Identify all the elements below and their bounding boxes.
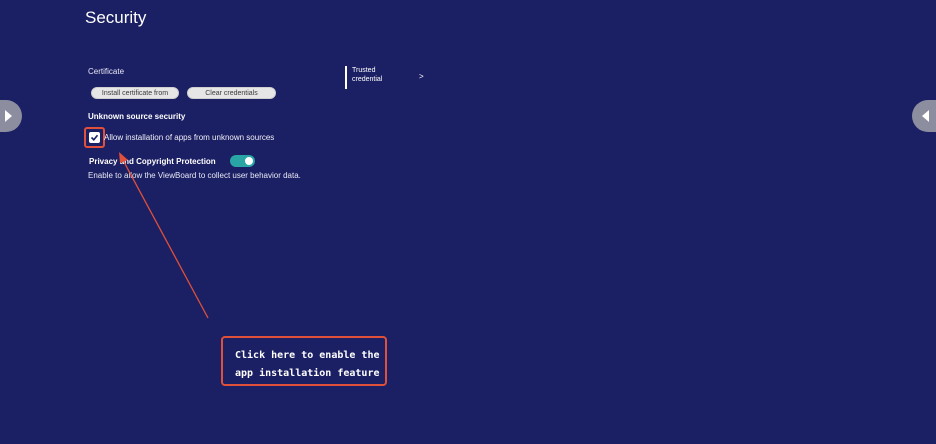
privacy-description: Enable to allow the ViewBoard to collect…: [88, 171, 301, 180]
unknown-source-highlight: [84, 127, 105, 148]
unknown-source-heading: Unknown source security: [88, 112, 186, 121]
unknown-sources-label: Allow installation of apps from unknown …: [104, 133, 275, 142]
clear-credentials-button[interactable]: Clear credentials: [187, 87, 276, 99]
toggle-knob: [245, 157, 253, 165]
privacy-title: Privacy and Copyright Protection: [89, 157, 216, 166]
page-title: Security: [85, 8, 147, 27]
certificate-label: Certificate: [88, 67, 125, 76]
nav-right-button[interactable]: [912, 100, 936, 132]
checkmark-icon: [90, 134, 99, 141]
trusted-credential-link[interactable]: Trusted credential >: [345, 66, 425, 89]
annotation-callout: Click here to enable the app installatio…: [221, 336, 387, 386]
install-certificate-button[interactable]: Install certificate from: [91, 87, 179, 99]
callout-line2: app installation feature: [235, 368, 380, 379]
trusted-label-line1: Trusted: [352, 67, 376, 74]
callout-line1: Click here to enable the: [235, 350, 380, 361]
trusted-label-line2: credential: [352, 76, 383, 83]
play-right-icon: [922, 110, 929, 122]
privacy-toggle[interactable]: [230, 155, 255, 167]
unknown-sources-checkbox[interactable]: [89, 132, 100, 143]
chevron-right-icon: >: [419, 72, 424, 81]
nav-left-button[interactable]: [0, 100, 22, 132]
annotation-arrow: [119, 152, 209, 319]
play-left-icon: [5, 110, 12, 122]
